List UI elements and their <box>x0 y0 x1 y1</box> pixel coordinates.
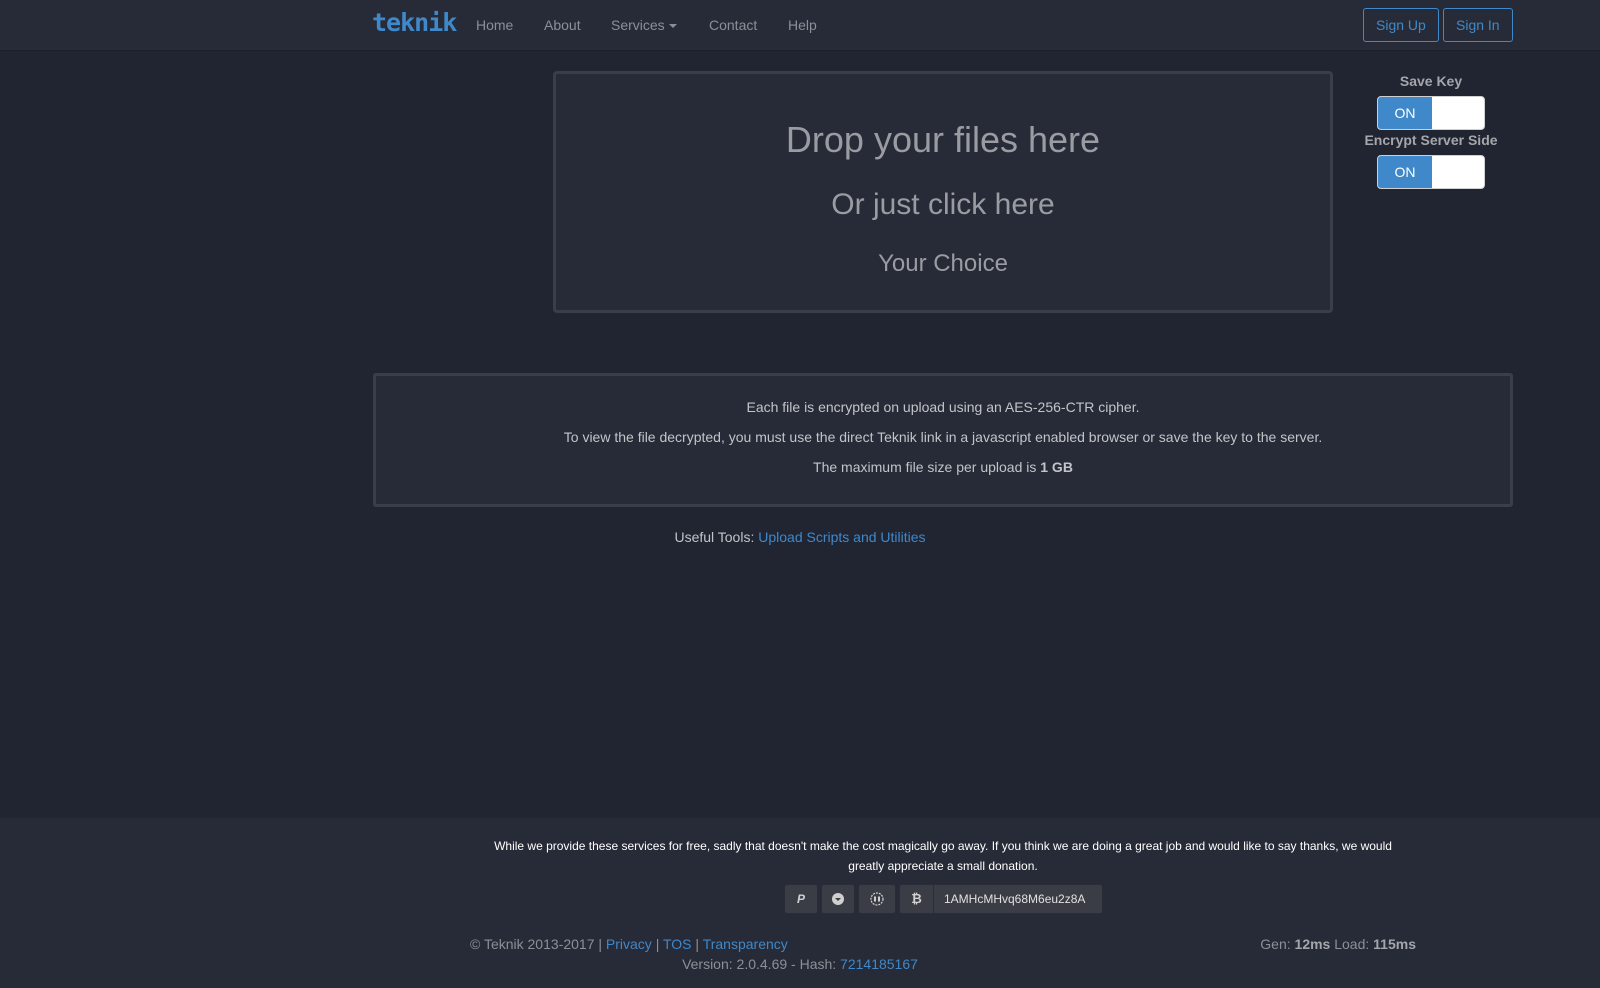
info-line-cipher: Each file is encrypted on upload using a… <box>746 399 1140 415</box>
separator: | <box>651 936 663 952</box>
signup-button[interactable]: Sign Up <box>1363 8 1439 42</box>
paypal-icon: P <box>796 892 805 906</box>
save-key-toggle[interactable]: ON <box>1377 96 1485 130</box>
encrypt-server-side-label: Encrypt Server Side <box>1364 132 1498 148</box>
transparency-link[interactable]: Transparency <box>703 936 788 952</box>
encryption-info-panel: Each file is encrypted on upload using a… <box>373 373 1513 507</box>
nav-help[interactable]: Help <box>788 17 817 33</box>
bitcoin-address-field[interactable] <box>936 886 1100 912</box>
flattr-button[interactable] <box>858 884 896 914</box>
copyright: © Teknik 2013-2017 | Privacy | TOS | Tra… <box>470 936 788 952</box>
navbar: teknik Home About Services Contact Help … <box>0 0 1600 51</box>
tos-link[interactable]: TOS <box>663 936 692 952</box>
save-key-label: Save Key <box>1399 73 1463 89</box>
paypal-button[interactable]: P <box>784 884 818 914</box>
useful-tools: Useful Tools: Upload Scripts and Utiliti… <box>0 529 1600 545</box>
donation-message: While we provide these services for free… <box>494 839 1392 873</box>
bitcoin-group: ₿ <box>899 884 1103 914</box>
signin-button[interactable]: Sign In <box>1443 8 1513 42</box>
nav-services[interactable]: Services <box>611 17 677 33</box>
flattr-icon <box>870 892 884 906</box>
gen-value: 12ms <box>1294 936 1331 952</box>
save-key-toggle-state: ON <box>1378 97 1432 129</box>
donate-button[interactable] <box>821 884 855 914</box>
dropzone-note: Your Choice <box>878 250 1008 277</box>
info-line-max-size: The maximum file size per upload is 1 GB <box>376 459 1510 475</box>
max-size-value: 1 GB <box>1040 459 1073 475</box>
version-info: Version: 2.0.4.69 - Hash: 7214185167 <box>0 956 1600 972</box>
nav-services-label: Services <box>611 17 665 33</box>
gen-label: Gen: <box>1260 936 1295 952</box>
donate-icon <box>832 893 844 905</box>
separator: | <box>691 936 703 952</box>
info-line-decrypt: To view the file decrypted, you must use… <box>563 429 1323 445</box>
max-size-label: The maximum file size per upload is <box>813 459 1041 475</box>
nav-about[interactable]: About <box>544 17 581 33</box>
performance-stats: Gen: 12ms Load: 115ms <box>1260 936 1416 952</box>
load-label: Load: <box>1330 936 1374 952</box>
nav-contact[interactable]: Contact <box>709 17 757 33</box>
encrypt-server-side-toggle-state: ON <box>1378 156 1432 188</box>
footer: While we provide these services for free… <box>0 818 1600 988</box>
caret-down-icon <box>668 24 677 29</box>
encrypt-server-side-toggle[interactable]: ON <box>1377 155 1485 189</box>
privacy-link[interactable]: Privacy <box>606 936 652 952</box>
upload-scripts-link[interactable]: Upload Scripts and Utilities <box>758 529 925 545</box>
bitcoin-icon[interactable]: ₿ <box>900 885 934 913</box>
copyright-text: © Teknik 2013-2017 | <box>470 936 606 952</box>
dropzone-title: Drop your files here <box>785 119 1101 160</box>
useful-tools-label: Useful Tools: <box>674 529 759 545</box>
dropzone-subtitle: Or just click here <box>831 188 1055 221</box>
upload-dropzone[interactable]: Drop your files here Or just click here … <box>553 71 1333 313</box>
hash-link[interactable]: 7214185167 <box>840 956 918 972</box>
load-value: 115ms <box>1373 936 1416 952</box>
version-text: Version: 2.0.4.69 - Hash: <box>682 956 841 972</box>
nav-home[interactable]: Home <box>476 17 513 33</box>
brand-logo[interactable]: teknik <box>372 8 457 37</box>
